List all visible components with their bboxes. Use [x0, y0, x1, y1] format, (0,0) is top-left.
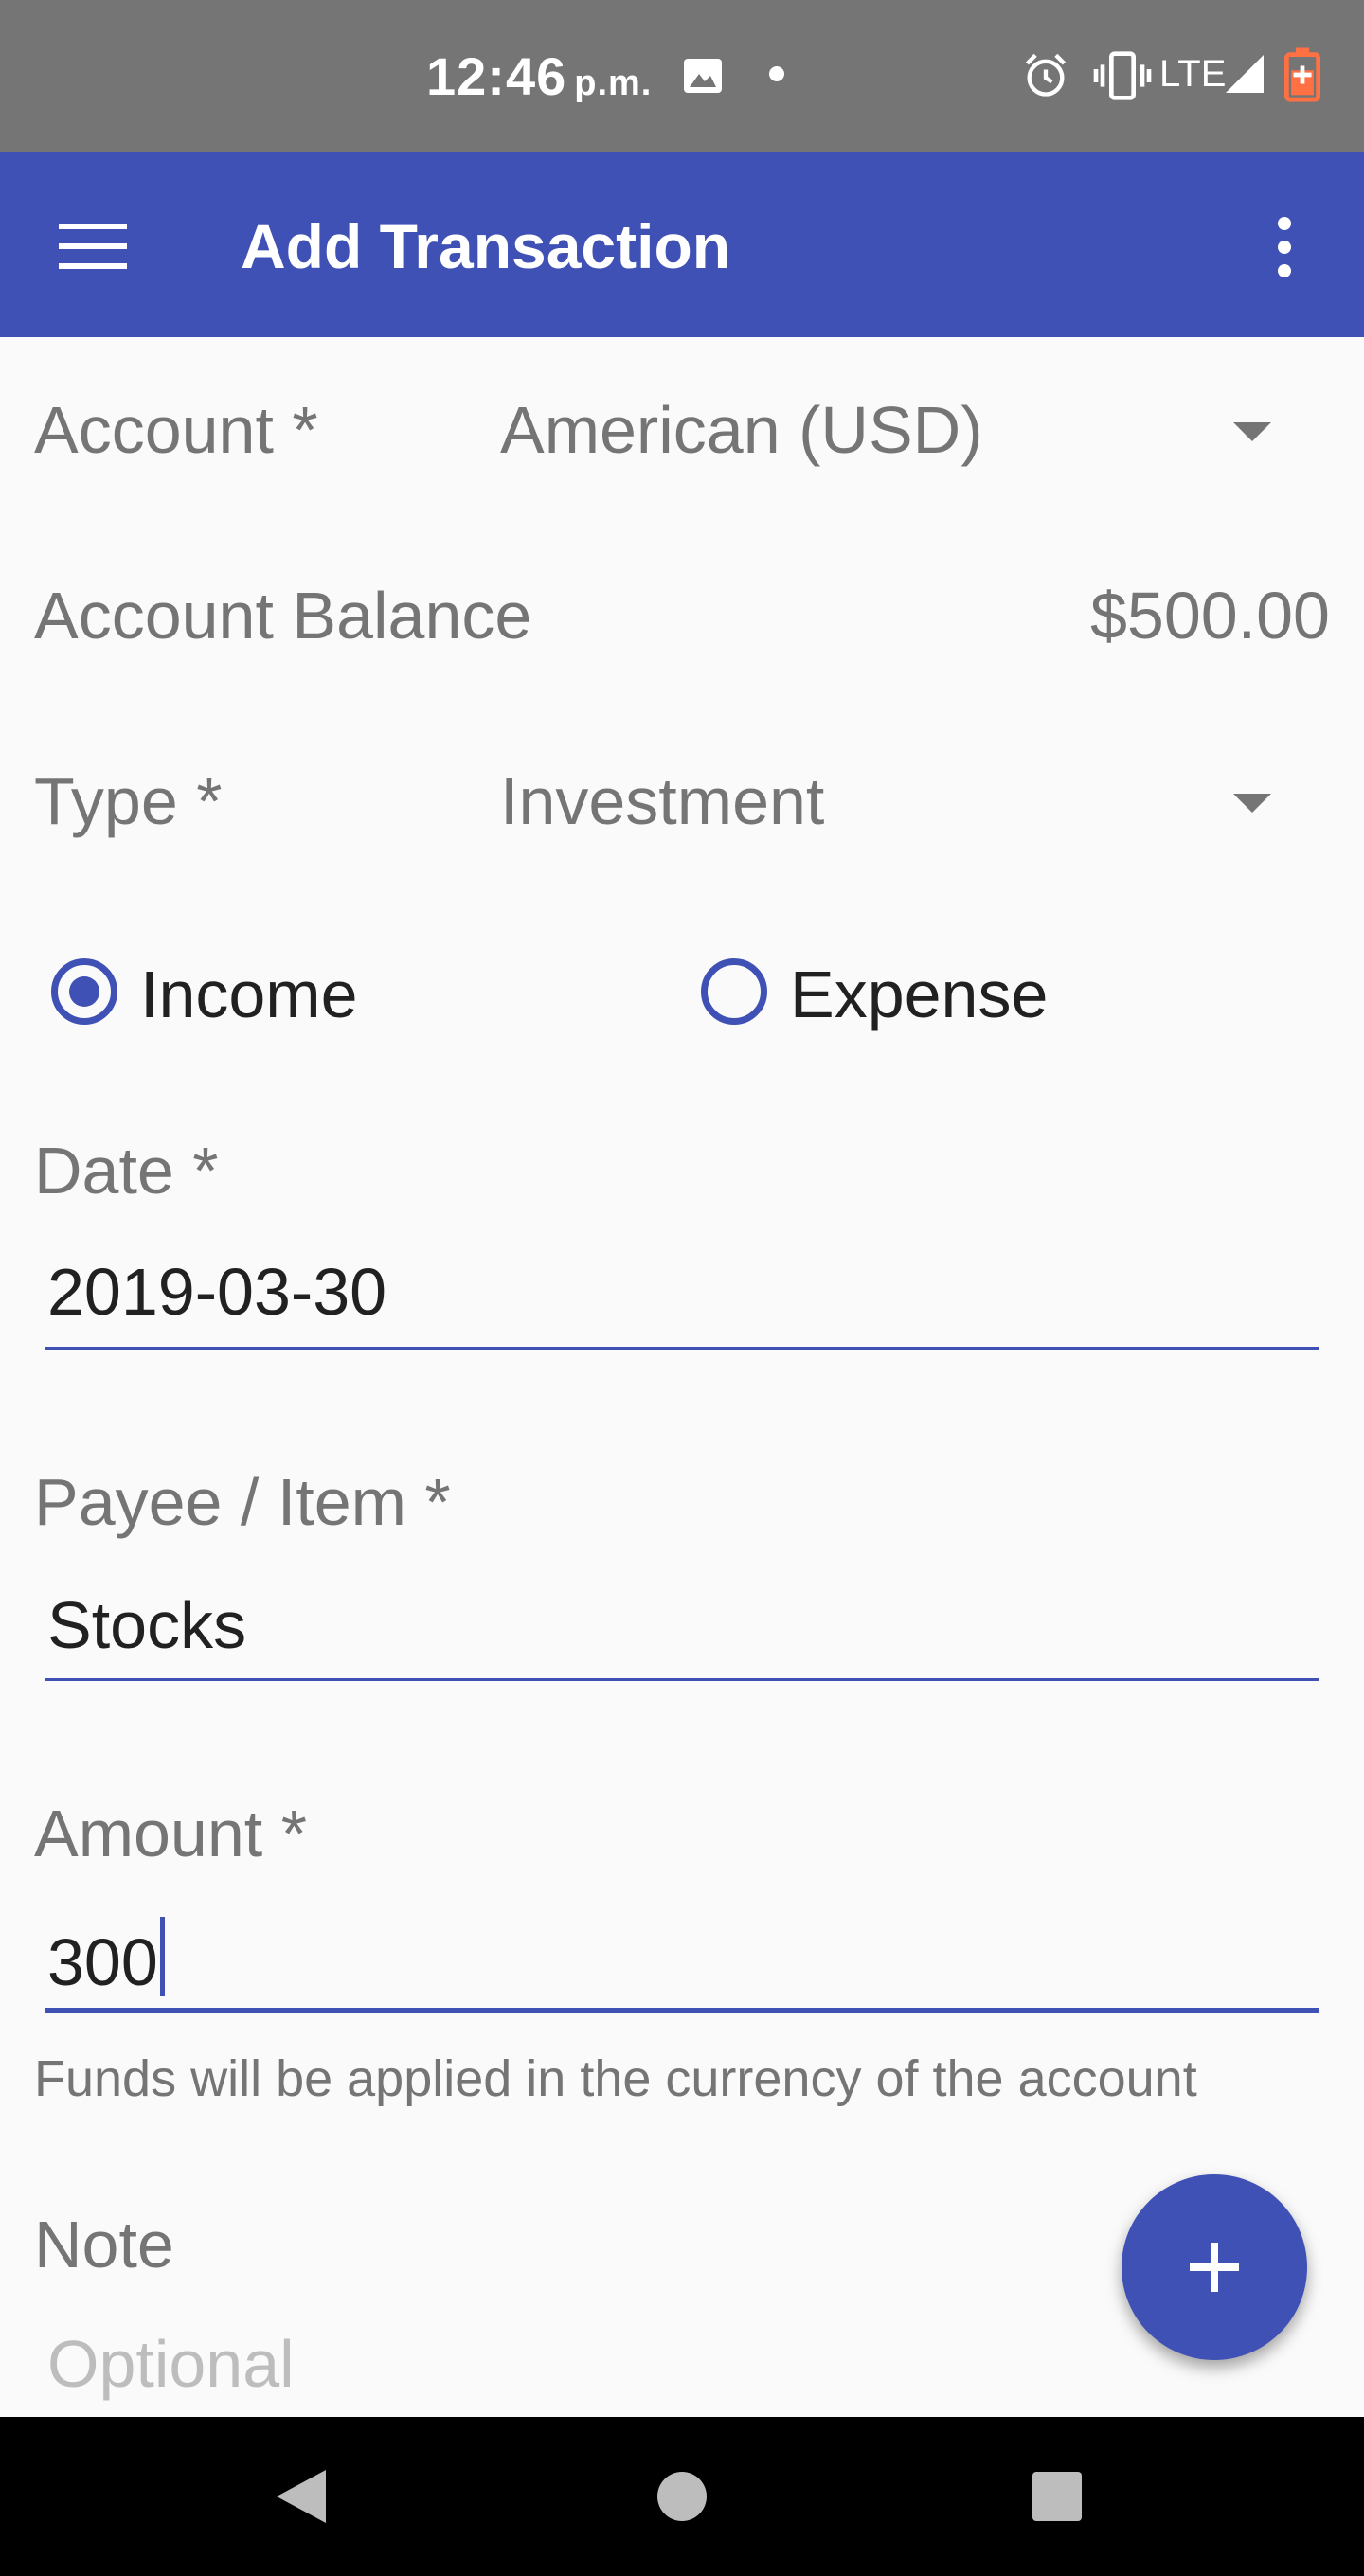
- expense-label: Expense: [790, 957, 1049, 1031]
- date-label: Date *: [34, 1134, 219, 1208]
- status-time: 12:46 p.m.: [426, 45, 652, 107]
- date-underline: [45, 1347, 1319, 1350]
- income-radio[interactable]: Income: [51, 957, 449, 1031]
- amount-helper-text: Funds will be applied in the currency of…: [34, 2050, 1197, 2107]
- vibrate-icon: [1093, 51, 1152, 100]
- amount-underline: [45, 2008, 1319, 2013]
- payee-field[interactable]: Stocks: [0, 1583, 1364, 1688]
- home-icon[interactable]: [657, 2472, 707, 2521]
- status-ampm: p.m.: [574, 63, 653, 103]
- note-label: Note: [34, 2208, 174, 2281]
- radio-unselected-icon: [701, 958, 767, 1025]
- plus-icon: [1190, 2243, 1239, 2292]
- payee-value: Stocks: [47, 1588, 247, 1662]
- amount-label: Amount *: [34, 1797, 307, 1870]
- note-field[interactable]: Optional: [0, 2322, 1099, 2417]
- dropdown-arrow-icon: [1233, 422, 1271, 441]
- add-fab-button[interactable]: [1122, 2174, 1307, 2360]
- type-value: Investment: [500, 764, 825, 838]
- type-dropdown[interactable]: Investment: [493, 750, 1326, 854]
- payee-underline: [45, 1678, 1319, 1681]
- menu-icon[interactable]: [59, 224, 127, 269]
- more-vert-icon[interactable]: [1275, 214, 1294, 280]
- account-dropdown[interactable]: American (USD): [493, 379, 1326, 483]
- note-placeholder: Optional: [47, 2327, 295, 2401]
- radio-dot: [69, 976, 99, 1007]
- account-value: American (USD): [500, 393, 983, 467]
- alarm-icon: [1025, 53, 1067, 97]
- amount-value: 300: [47, 1925, 158, 1999]
- date-field[interactable]: 2019-03-30: [0, 1250, 1364, 1354]
- date-value: 2019-03-30: [47, 1255, 387, 1329]
- status-bar: 12:46 p.m. LTE: [0, 0, 1364, 152]
- account-label: Account *: [34, 393, 318, 467]
- image-icon: [684, 59, 722, 93]
- status-network: LTE: [1159, 53, 1227, 95]
- income-label: Income: [140, 957, 358, 1031]
- back-icon[interactable]: [277, 2470, 326, 2523]
- page-title: Add Transaction: [241, 211, 731, 281]
- expense-radio[interactable]: Expense: [701, 957, 1118, 1031]
- signal-icon: [1226, 55, 1264, 93]
- payee-label: Payee / Item *: [34, 1465, 451, 1539]
- dot-icon: [769, 66, 784, 81]
- type-label: Type *: [34, 764, 223, 838]
- radio-selected-icon: [51, 958, 117, 1025]
- balance-label: Account Balance: [34, 579, 532, 653]
- text-cursor: [159, 1917, 165, 1996]
- amount-value-wrap: 300: [47, 1917, 165, 2000]
- dropdown-arrow-icon: [1233, 794, 1271, 813]
- battery-charging-icon: [1284, 47, 1320, 102]
- balance-value: $500.00: [1089, 579, 1330, 653]
- amount-field[interactable]: 300: [0, 1913, 1364, 2019]
- recents-icon[interactable]: [1032, 2472, 1082, 2521]
- status-clock: 12:46: [426, 46, 567, 106]
